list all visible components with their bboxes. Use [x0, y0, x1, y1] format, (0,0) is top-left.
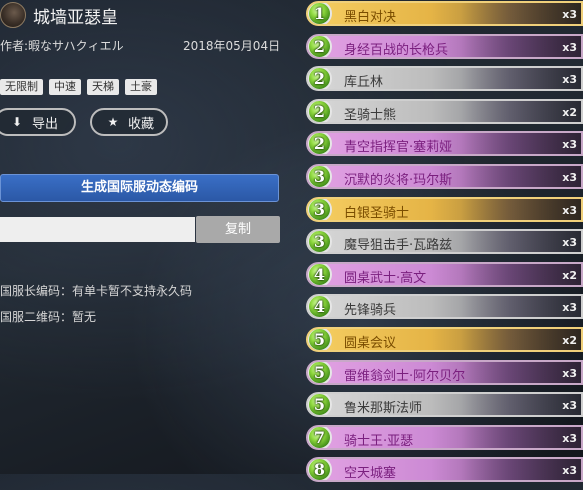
- card-quantity: x3: [562, 40, 577, 54]
- card-row[interactable]: 4 先锋骑兵 x3: [306, 294, 583, 320]
- card-name: 空天城塞: [344, 466, 397, 482]
- mana-cost-icon: 3: [308, 165, 332, 187]
- card-quantity: x2: [562, 268, 577, 282]
- mana-cost-icon: 2: [308, 35, 332, 57]
- card-quantity: x2: [562, 333, 577, 347]
- card-row[interactable]: 2 库丘林 x3: [306, 66, 583, 92]
- collect-button[interactable]: ★ 收藏: [90, 108, 168, 136]
- card-name: 圣骑士熊: [344, 107, 397, 123]
- card-quantity: x3: [562, 366, 577, 380]
- card-quantity: x3: [562, 301, 577, 315]
- card-name: 魔导狙击手·瓦路兹: [344, 238, 453, 254]
- mana-cost-icon: 3: [308, 231, 332, 253]
- star-icon: ★: [107, 115, 119, 129]
- card-name: 身经百战的长枪兵: [344, 42, 449, 58]
- mana-cost-icon: 8: [308, 459, 332, 481]
- deck-title: 城墙亚瑟皇: [33, 8, 118, 28]
- deck-date: 2018年05月04日: [183, 39, 281, 53]
- card-name: 鲁米那斯法师: [344, 401, 423, 417]
- deck-avatar: [0, 2, 26, 28]
- copy-button[interactable]: 复制: [196, 216, 280, 243]
- mana-cost-icon: 5: [308, 394, 332, 416]
- card-name: 圆桌会议: [344, 335, 397, 351]
- card-row[interactable]: 4 圆桌武士·高文 x2: [306, 261, 583, 287]
- card-quantity: x3: [562, 138, 577, 152]
- card-row[interactable]: 5 圆桌会议 x2: [306, 326, 583, 352]
- card-quantity: x3: [562, 8, 577, 21]
- generate-code-button[interactable]: 生成国际服动态编码: [0, 174, 279, 202]
- cn-qr-code-text: 国服二维码：暂无: [0, 310, 97, 324]
- deck-code-input[interactable]: [0, 217, 195, 242]
- card-quantity: x3: [562, 464, 577, 478]
- tag-format[interactable]: 无限制: [0, 79, 43, 95]
- card-list: 1 黑白对决 x3 2 身经百战的长枪兵 x3 2 库丘林 x3 2 圣骑士熊 x2 2 青空指挥…: [306, 1, 583, 490]
- card-name: 骑士王·亚瑟: [344, 433, 414, 449]
- card-name: 圆桌武士·高文: [344, 270, 427, 286]
- card-row[interactable]: 8 空天城塞 x3: [306, 457, 583, 483]
- mana-cost-icon: 4: [308, 263, 332, 285]
- card-name: 青空指挥官·塞莉娅: [344, 140, 453, 156]
- card-quantity: x3: [562, 431, 577, 445]
- download-arrow-icon: ⬇: [11, 115, 23, 129]
- deck-tags: 无限制 中速 天梯 土豪: [0, 79, 157, 95]
- mana-cost-icon: 1: [308, 3, 332, 24]
- card-quantity: x3: [562, 399, 577, 413]
- card-name: 黑白对决: [344, 10, 397, 25]
- mana-cost-icon: 2: [308, 100, 332, 122]
- card-row[interactable]: 7 骑士王·亚瑟 x3: [306, 424, 583, 450]
- deck-info-panel: 城墙亚瑟皇 作者:暇なサハクィエル 2018年05月04日 无限制 中速 天梯 …: [0, 0, 300, 474]
- card-row[interactable]: 2 青空指挥官·塞莉娅 x3: [306, 131, 583, 157]
- collect-label: 收藏: [128, 116, 155, 132]
- mana-cost-icon: 2: [308, 68, 332, 90]
- card-quantity: x2: [562, 105, 577, 119]
- tag-cost[interactable]: 土豪: [125, 79, 157, 95]
- card-name: 沉默的炎将·玛尔斯: [344, 172, 453, 188]
- mana-cost-icon: 4: [308, 296, 332, 318]
- tag-mode[interactable]: 天梯: [87, 79, 119, 95]
- card-name: 先锋骑兵: [344, 303, 397, 319]
- mana-cost-icon: 5: [308, 361, 332, 383]
- card-row[interactable]: 3 魔导狙击手·瓦路兹 x3: [306, 229, 583, 255]
- mana-cost-icon: 3: [308, 198, 332, 220]
- mana-cost-icon: 5: [308, 328, 332, 350]
- card-quantity: x3: [562, 170, 577, 184]
- card-row[interactable]: 5 雷维翁剑士·阿尔贝尔 x3: [306, 359, 583, 385]
- mana-cost-icon: 2: [308, 133, 332, 155]
- card-quantity: x3: [562, 203, 577, 217]
- card-name: 雷维翁剑士·阿尔贝尔: [344, 368, 466, 384]
- card-name: 库丘林: [344, 75, 384, 91]
- cn-long-code-text: 国服长编码：有单卡暂不支持永久码: [0, 284, 193, 298]
- card-row[interactable]: 3 沉默的炎将·玛尔斯 x3: [306, 163, 583, 189]
- card-row[interactable]: 1 黑白对决 x3: [306, 1, 583, 26]
- export-label: 导出: [32, 116, 59, 132]
- card-row[interactable]: 5 鲁米那斯法师 x3: [306, 392, 583, 418]
- card-quantity: x3: [562, 73, 577, 87]
- deck-author: 作者:暇なサハクィエル: [0, 39, 124, 53]
- card-row[interactable]: 2 圣骑士熊 x2: [306, 98, 583, 124]
- card-row[interactable]: 2 身经百战的长枪兵 x3: [306, 33, 583, 59]
- card-row[interactable]: 3 白银圣骑士 x3: [306, 196, 583, 222]
- card-quantity: x3: [562, 236, 577, 250]
- export-button[interactable]: ⬇ 导出: [0, 108, 76, 136]
- card-name: 白银圣骑士: [344, 205, 410, 221]
- tag-archetype[interactable]: 中速: [49, 79, 81, 95]
- mana-cost-icon: 7: [308, 426, 332, 448]
